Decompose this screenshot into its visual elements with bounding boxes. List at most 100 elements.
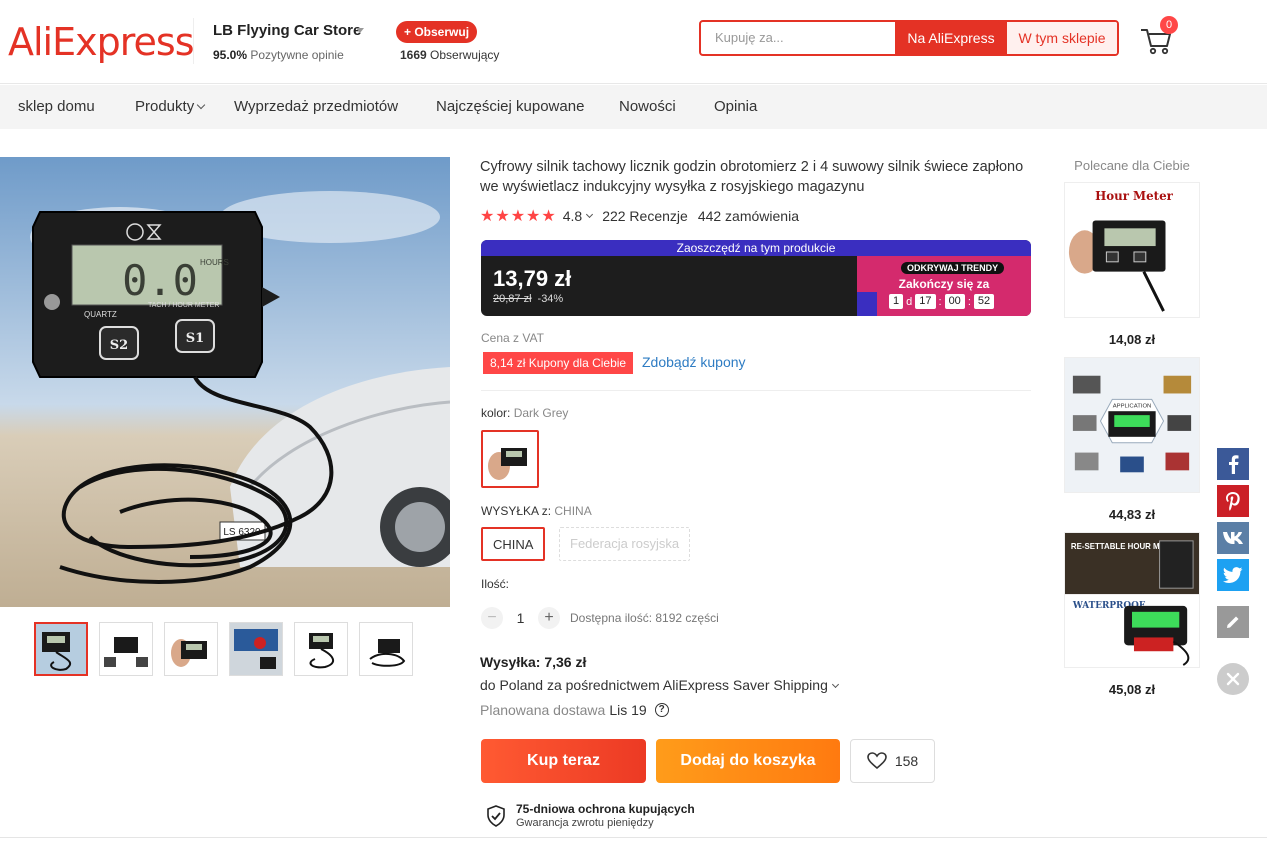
color-label-text: kolor: (481, 406, 511, 420)
buyer-protection: 75-dniowa ochrona kupujących Gwarancja z… (486, 802, 695, 829)
nav-item-feedback[interactable]: Opinia (714, 98, 757, 115)
store-rating-pct: 95.0% (213, 48, 248, 62)
follow-button[interactable]: + Obserwuj (396, 21, 478, 43)
meter-unit: HOURS (200, 258, 229, 267)
heart-icon (867, 752, 887, 770)
meter-btn-s1: S1 (186, 331, 204, 346)
protection-title: 75-dniowa ochrona kupujących (516, 802, 695, 816)
product-title: Cyfrowy silnik tachowy licznik godzin ob… (480, 159, 1024, 195)
vk-icon (1223, 532, 1243, 544)
nav-item-sale[interactable]: Wyprzedaż przedmiotów (234, 98, 398, 115)
quantity-stepper: − 1 + Dostępna ilość: 8192 części (481, 607, 719, 629)
discount: -34% (537, 293, 564, 305)
divider (193, 18, 194, 64)
add-to-cart-button[interactable]: Dodaj do koszyka (656, 739, 840, 783)
product-main-image[interactable]: LS 6320 0.0 HOURS QUARTZ TACH / HOUR MET… (0, 157, 450, 607)
chevron-down-icon (586, 210, 594, 219)
chevron-down-icon (831, 680, 839, 689)
recommended-image: RE-SETTABLE HOUR METER WATERPROOF (1064, 532, 1200, 668)
vk-share-button[interactable] (1217, 522, 1249, 554)
reviews-link[interactable]: 222 Recenzje (602, 208, 688, 224)
meter-label: TACH / HOUR METER (148, 302, 219, 309)
buy-now-button[interactable]: Kup teraz (481, 739, 646, 783)
followers-label: Obserwujący (430, 48, 500, 62)
divider (481, 390, 1031, 391)
countdown: 1 d 17: 00: 52 (886, 294, 997, 309)
thumbnail[interactable] (294, 622, 348, 676)
vat-label: Cena z VAT (481, 331, 544, 345)
facebook-share-button[interactable] (1217, 448, 1249, 480)
color-option-dark-grey[interactable] (481, 430, 539, 488)
qty-increase-button[interactable]: + (538, 607, 560, 629)
thumbnail[interactable] (99, 622, 153, 676)
thumbnail[interactable] (359, 622, 413, 676)
thumbnail[interactable] (164, 622, 218, 676)
wishlist-count: 158 (894, 753, 919, 769)
meter-display: 0.0 (122, 256, 198, 305)
search-store-button[interactable]: W tym sklepie (1007, 22, 1117, 54)
recommended-price: 14,08 zł (1108, 332, 1156, 347)
ship-from-china[interactable]: CHINA (481, 527, 546, 561)
nav-item-products[interactable]: Produkty (135, 98, 206, 115)
color-label: kolor: Dark Grey (481, 406, 568, 420)
cart-badge: 0 (1160, 16, 1178, 34)
get-coupons-link[interactable]: Zdobądź kupony (642, 354, 746, 370)
store-name[interactable]: LB Flyying Car Store (213, 22, 361, 39)
ship-from-russia[interactable]: Federacja rosyjska (559, 527, 691, 561)
edit-icon (1227, 616, 1239, 628)
close-share-button[interactable] (1217, 663, 1249, 695)
recommended-item[interactable]: RE-SETTABLE HOUR METER WATERPROOF 45,08 … (1064, 532, 1200, 697)
recommended-item[interactable]: APPLICATION 44,83 zł (1064, 357, 1200, 522)
chevron-down-icon[interactable] (356, 28, 364, 33)
rating-row: ★★★★★ 4.8 222 Recenzje 442 zamówienia (480, 206, 799, 226)
store-rating-label: Pozytywne opinie (250, 48, 344, 62)
rating-value[interactable]: 4.8 (563, 208, 582, 224)
countdown-d-label: d (906, 295, 913, 308)
store-rating: 95.0% Pozytywne opinie (213, 48, 344, 62)
qty-decrease-button[interactable]: − (481, 607, 503, 629)
thumbnail[interactable] (229, 622, 283, 676)
recommended-item[interactable]: Hour Meter 14,08 zł (1064, 182, 1200, 347)
orders-count: 442 zamówienia (697, 208, 799, 224)
thumbnail[interactable] (34, 622, 88, 676)
ship-from-label-text: WYSYŁKA z: (481, 504, 552, 518)
edit-button[interactable] (1217, 606, 1249, 638)
store-nav: sklep domu Produkty Wyprzedaż przedmiotó… (0, 85, 1267, 129)
nav-item-new[interactable]: Nowości (619, 98, 676, 115)
wishlist-button[interactable]: 158 (850, 739, 935, 783)
protection-subtitle: Gwarancja zwrotu pieniędzy (516, 817, 654, 829)
nav-item-home[interactable]: sklep domu (18, 98, 95, 115)
twitter-share-button[interactable] (1217, 559, 1249, 591)
shield-check-icon (487, 804, 505, 827)
recommended-image: Hour Meter (1064, 182, 1200, 318)
thumbnail-strip (34, 622, 413, 676)
nav-item-bestsellers[interactable]: Najczęściej kupowane (436, 98, 584, 115)
shipping-method[interactable]: do Poland za pośrednictwem AliExpress Sa… (480, 677, 839, 693)
meter-btn-s2: S2 (110, 338, 128, 353)
promo-decoration (857, 292, 877, 316)
price-box: Zaoszczędź na tym produkcie 13,79 zł 20,… (481, 240, 1031, 316)
help-icon[interactable]: ? (654, 703, 669, 717)
recommended-price: 45,08 zł (1108, 682, 1156, 697)
pinterest-share-button[interactable] (1217, 485, 1249, 517)
price-banner: Zaoszczędź na tym produkcie (481, 240, 1031, 256)
qty-value[interactable]: 1 (503, 610, 538, 626)
delivery-label: Planowana dostawa (480, 702, 606, 718)
nav-item-label: Produkty (135, 98, 195, 115)
search-aliexpress-button[interactable]: Na AliExpress (895, 22, 1007, 54)
search-bar: Kupuję za... Na AliExpress W tym sklepie (699, 20, 1119, 56)
followers: 1669 Obserwujący (400, 48, 499, 62)
ship-from-value: CHINA (554, 504, 592, 518)
divider (0, 837, 1267, 838)
promo-end-label: Zakończy się za (898, 277, 990, 291)
aliexpress-logo[interactable]: AliExpress (8, 20, 194, 64)
twitter-icon (1223, 566, 1243, 583)
qty-label: Ilość: (481, 577, 510, 591)
shipping-cost: Wysyłka: 7,36 zł (480, 654, 587, 670)
meter-mode: QUARTZ (84, 310, 117, 319)
search-input[interactable]: Kupuję za... (701, 22, 895, 54)
coupon-badge[interactable]: 8,14 zł Kupony dla Ciebie (483, 352, 634, 374)
countdown-minutes: 00 (944, 294, 965, 309)
chevron-down-icon (196, 100, 206, 110)
recommended-title: Polecane dla Ciebie (1074, 158, 1190, 173)
